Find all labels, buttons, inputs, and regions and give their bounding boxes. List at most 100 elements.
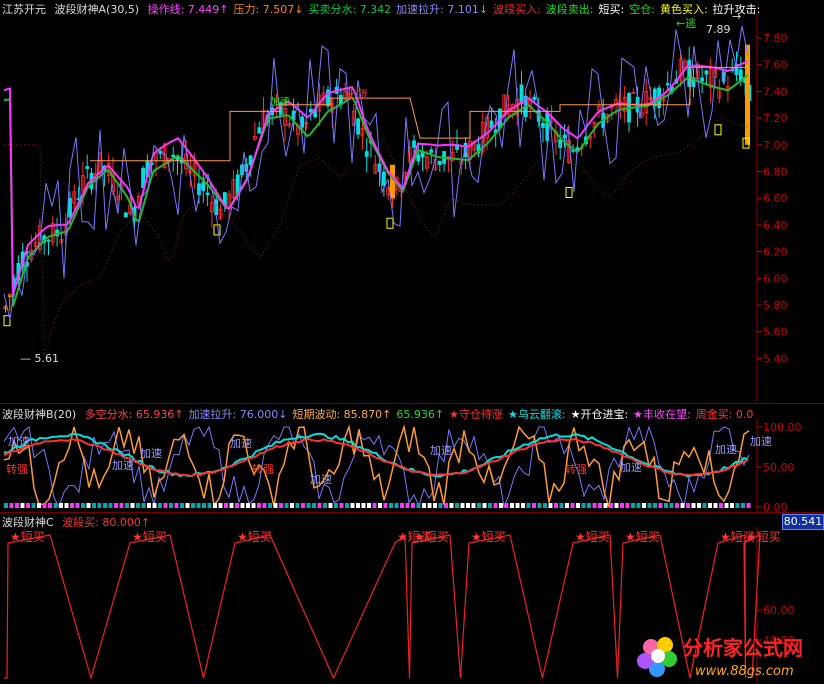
osc-block — [141, 503, 146, 508]
candle-body — [541, 122, 545, 128]
candle-body — [257, 127, 262, 134]
osc-block — [119, 503, 124, 508]
osc-block — [609, 503, 613, 508]
osc-block — [9, 503, 14, 508]
osc-block — [576, 503, 580, 508]
osc-accel-label: 加速 — [750, 435, 772, 448]
osc-block — [130, 503, 135, 508]
price-tick-label: 6.00 — [763, 272, 788, 285]
osc-block — [147, 503, 151, 508]
osc-block — [554, 503, 558, 508]
osc-block — [702, 503, 707, 508]
candle-body — [381, 171, 386, 186]
short-buy-label: ★短买 — [746, 530, 781, 544]
candlestick — [326, 85, 330, 110]
osc-block — [741, 503, 745, 508]
candlestick — [106, 154, 111, 184]
magenta-ma-line — [3, 60, 749, 296]
candlestick — [717, 79, 722, 104]
osc-block — [427, 503, 432, 508]
candlestick — [700, 65, 704, 94]
flower-icon — [637, 637, 677, 677]
candle-body — [364, 151, 369, 157]
osc-block — [708, 503, 712, 508]
osc-block — [323, 503, 327, 508]
osc-block — [152, 503, 157, 508]
ship-label: 出货 — [346, 87, 368, 101]
osc-block — [515, 503, 520, 508]
main-candlestick-chart[interactable]: 7.80 7.60 7.40 7.20 7.00 6.80 6.60 6.40 6.20 6.00… — [0, 0, 824, 402]
signal-box — [386, 217, 394, 229]
price-tick-label: 7.40 — [763, 85, 788, 98]
osc-block — [587, 503, 591, 508]
osc-block — [581, 503, 586, 508]
osc-block — [625, 503, 630, 508]
candlestick — [442, 151, 447, 172]
osc-block — [559, 503, 564, 508]
candle-body — [429, 149, 434, 153]
candlestick — [437, 160, 442, 172]
candlestick — [489, 107, 494, 130]
osc-block — [691, 503, 696, 508]
candle-body — [356, 118, 361, 135]
osc-block — [207, 503, 212, 508]
osc-block — [400, 503, 404, 508]
osc-block — [653, 503, 657, 508]
accel-tag-label: 加速 — [270, 96, 290, 108]
signal-box — [714, 124, 722, 136]
osc-block — [686, 503, 690, 508]
osc-block — [455, 503, 459, 508]
osc-block — [548, 503, 553, 508]
price-tick-label: 7.60 — [763, 59, 788, 72]
short-buy-label: ★短买 — [10, 530, 45, 544]
osc-block — [389, 503, 393, 508]
mid-chart-panel[interactable]: 波段财神B(20) 多空分水: 65.936↑ 加速拉升: 76.000↓ 短期波动… — [0, 405, 824, 512]
candle-body — [46, 239, 51, 242]
mid-oscillator-chart[interactable]: 100.0050.000.00加速加速加速加速加速加速加速加速加速转强 转强 转强 — [0, 405, 824, 512]
candle-body — [665, 83, 670, 86]
osc-block — [4, 503, 8, 508]
osc-block — [317, 503, 322, 508]
arrow-label: → — [732, 10, 741, 23]
candle-body — [175, 156, 180, 161]
osc-block — [136, 503, 140, 508]
osc-block — [103, 503, 107, 508]
osc-block — [493, 503, 498, 508]
osc-block — [114, 503, 118, 508]
osc-block — [367, 503, 371, 508]
osc-block — [31, 503, 36, 508]
osc-block — [482, 503, 487, 508]
price-tick-label: 5.60 — [763, 326, 788, 339]
price-tick-label: 7.00 — [763, 139, 788, 152]
osc-tick-label: 100.00 — [763, 421, 802, 434]
osc-block — [339, 503, 344, 508]
short-buy-label: ★短买 — [237, 530, 272, 544]
signal-box — [565, 187, 573, 199]
price-tick-label: 6.60 — [763, 192, 788, 205]
osc-block — [614, 503, 619, 508]
candlestick — [308, 101, 313, 121]
candlestick — [201, 170, 206, 203]
osc-block — [636, 503, 641, 508]
osc-block — [620, 503, 624, 508]
candlestick — [29, 234, 34, 263]
osc-block — [438, 503, 443, 508]
osc-block — [53, 503, 58, 508]
osc-block — [174, 503, 179, 508]
osc-block — [356, 503, 360, 508]
osc-accel-label: 加速 — [140, 447, 162, 460]
osc-block — [675, 503, 679, 508]
main-chart-panel[interactable]: 江苏开元 波段财神A(30,5) 操作线: 7.449↑ 压力: 7.507↓ 买卖… — [0, 0, 824, 402]
candle-body — [171, 154, 176, 158]
osc-block — [669, 503, 674, 508]
candlestick — [373, 154, 378, 175]
osc-block — [64, 503, 69, 508]
logo-url: www.88gs.com — [695, 664, 794, 679]
osc-block — [378, 503, 382, 508]
osc-block — [372, 503, 377, 508]
osc-block — [224, 503, 228, 508]
candlestick — [42, 233, 47, 255]
price-tick-label: 5.80 — [763, 299, 788, 312]
osc-block — [510, 503, 514, 508]
osc-block — [202, 503, 206, 508]
